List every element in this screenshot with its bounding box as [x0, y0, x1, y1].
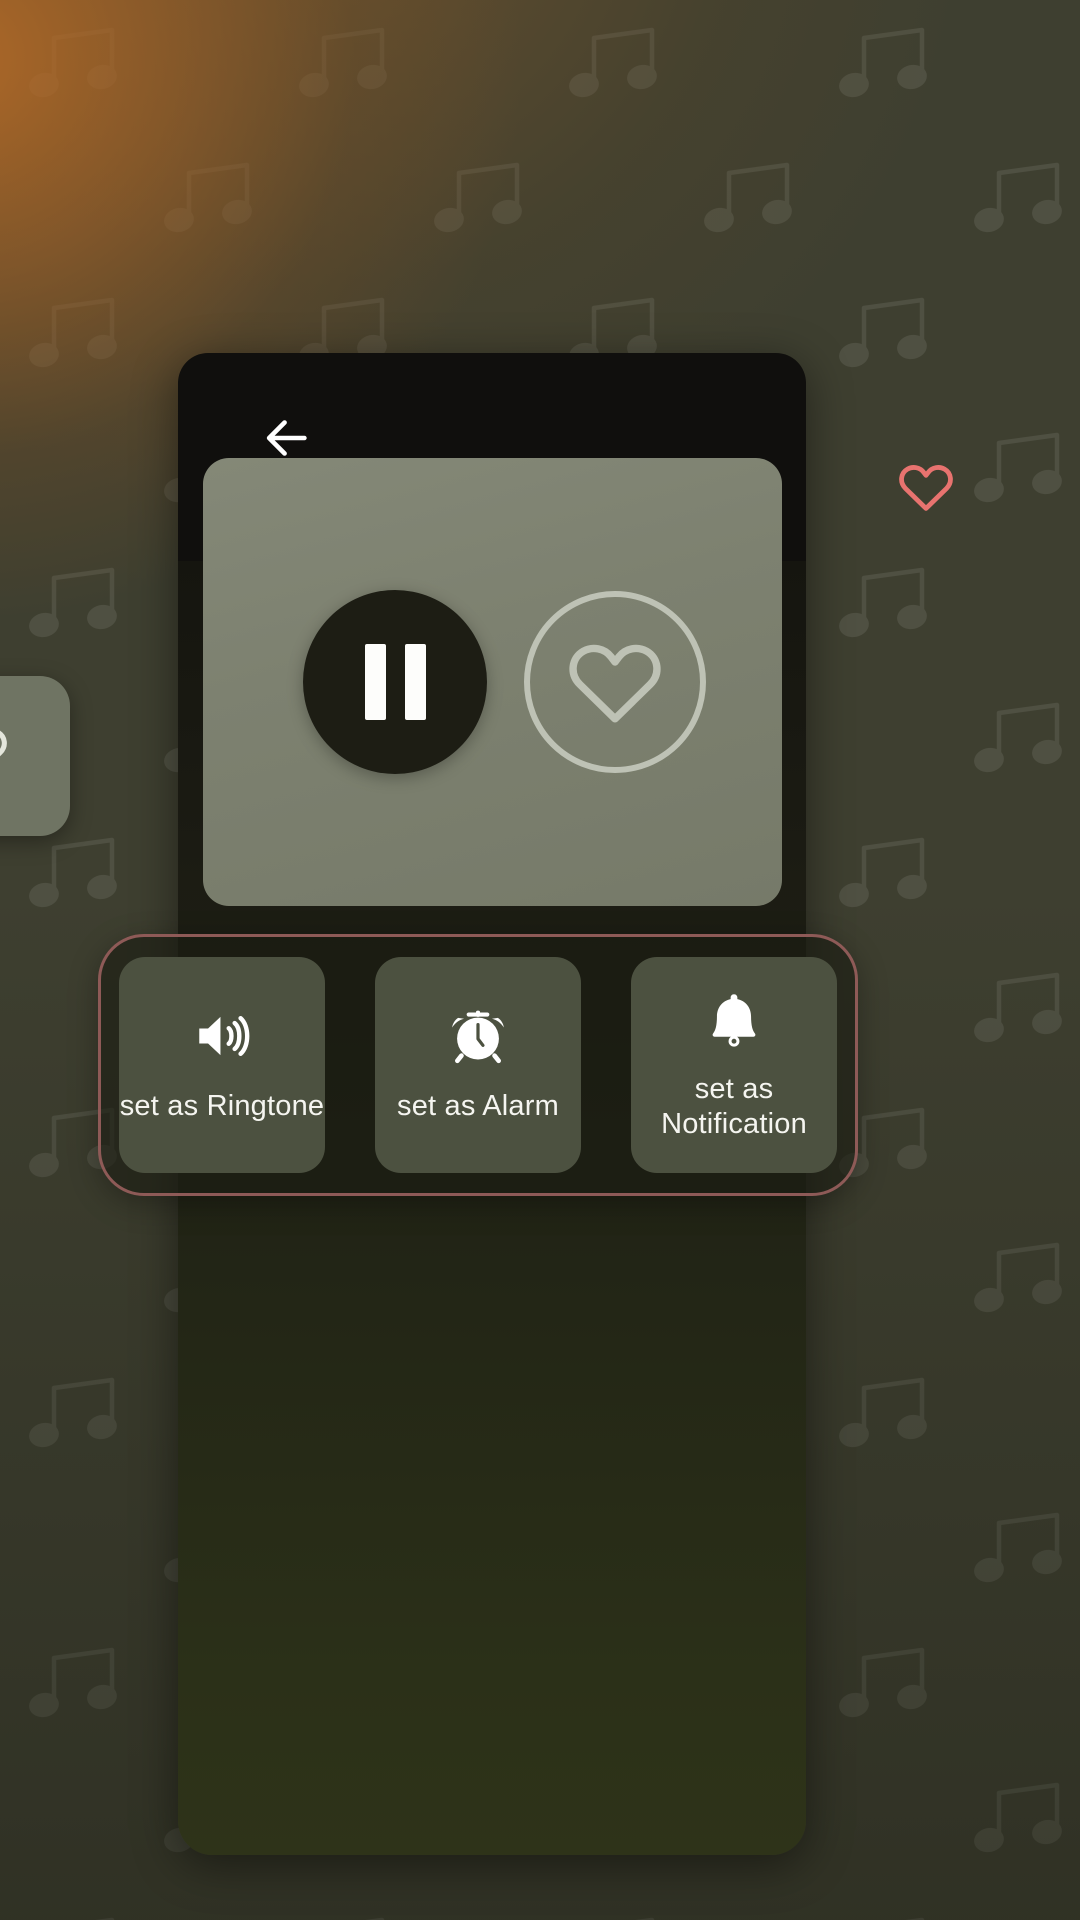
heart-outline-circle-icon — [569, 644, 661, 723]
set-as-action-bar: set as Ringtone set as Alarm set as Noti… — [98, 934, 858, 1196]
screen-root: set as Ringtone set as Alarm set as Noti… — [0, 0, 1080, 1920]
playback-controls — [203, 590, 782, 774]
favorite-button[interactable] — [524, 591, 706, 773]
set-as-alarm-button[interactable]: set as Alarm — [375, 957, 581, 1173]
adjacent-track-card[interactable] — [0, 676, 70, 836]
set-as-ringtone-button[interactable]: set as Ringtone — [119, 957, 325, 1173]
bell-icon — [703, 988, 765, 1050]
pause-button[interactable] — [303, 590, 487, 774]
set-as-notification-label: set as Notification — [661, 1072, 807, 1140]
volume-speaker-icon — [191, 1005, 253, 1067]
set-as-ringtone-label: set as Ringtone — [119, 1090, 325, 1123]
header-favorite-button[interactable] — [898, 460, 954, 514]
pause-icon — [404, 644, 426, 720]
set-as-alarm-label: set as Alarm — [397, 1090, 559, 1123]
alarm-clock-icon — [447, 1005, 509, 1067]
pause-icon — [364, 644, 386, 720]
album-art-panel — [203, 458, 782, 906]
heart-outline-icon — [0, 730, 7, 757]
set-as-notification-button[interactable]: set as Notification — [631, 957, 837, 1173]
